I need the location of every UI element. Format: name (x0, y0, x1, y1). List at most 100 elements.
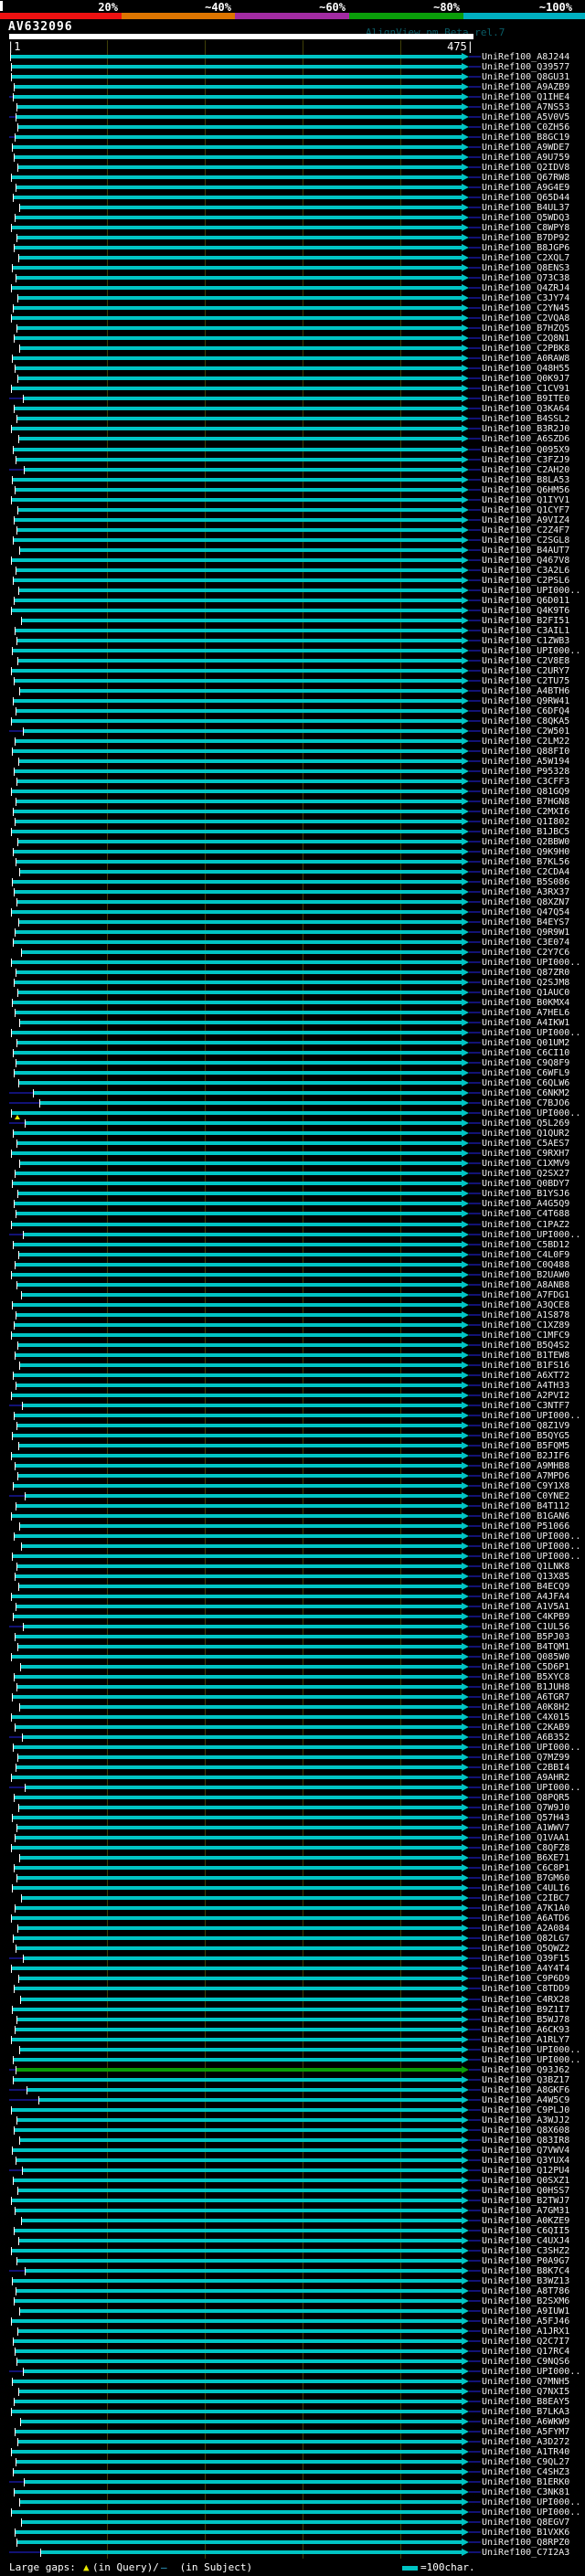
hit-bar[interactable] (16, 629, 462, 632)
hit-bar[interactable] (16, 1061, 462, 1065)
hit-bar[interactable] (15, 336, 462, 340)
hit-label[interactable]: UniRef100_B1ERK0 (482, 2477, 569, 2487)
hit-label[interactable]: UniRef100_Q0SXZ1 (482, 2176, 569, 2186)
hit-bar[interactable] (15, 1202, 462, 1205)
hit-label[interactable]: UniRef100_C8QKA5 (482, 716, 569, 726)
hit-label[interactable]: UniRef100_Q467V8 (482, 556, 569, 566)
hit-bar[interactable] (17, 1141, 462, 1145)
hit-bar[interactable] (13, 1695, 462, 1699)
hit-bar[interactable] (12, 1031, 462, 1034)
hit-bar[interactable] (14, 2339, 462, 2343)
hit-label[interactable]: UniRef100_Q57H43 (482, 1813, 569, 1823)
hit-bar[interactable] (12, 790, 462, 793)
hit-bar[interactable] (15, 769, 462, 773)
hit-bar[interactable] (19, 256, 462, 260)
hit-bar[interactable] (15, 679, 462, 683)
hit-label[interactable]: UniRef100_C3SHZ2 (482, 2246, 569, 2256)
hit-bar[interactable] (19, 2390, 462, 2393)
hit-label[interactable]: UniRef100_Q8GU31 (482, 72, 569, 82)
hit-label[interactable]: UniRef100_Q6D011 (482, 596, 569, 606)
hit-bar[interactable] (15, 2490, 462, 2494)
hit-bar[interactable] (16, 1464, 462, 1468)
hit-bar[interactable] (15, 1534, 462, 1538)
hit-bar[interactable] (13, 356, 462, 360)
hit-bar[interactable] (21, 1998, 462, 2001)
hit-bar[interactable] (15, 1987, 462, 1990)
hit-bar[interactable] (16, 860, 462, 864)
hit-bar[interactable] (16, 1383, 462, 1387)
hit-label[interactable]: UniRef100_Q1IHE4 (482, 92, 569, 102)
hit-label[interactable]: UniRef100_B5XYC8 (482, 1672, 569, 1682)
hit-bar[interactable] (20, 1021, 462, 1024)
hit-bar[interactable] (17, 2018, 462, 2021)
hit-bar[interactable] (17, 900, 462, 904)
hit-label[interactable]: UniRef100_Q1LNK8 (482, 1562, 569, 1572)
hit-bar[interactable] (12, 1333, 462, 1337)
hit-bar[interactable] (20, 346, 462, 350)
hit-bar[interactable] (24, 2369, 462, 2373)
hit-label[interactable]: UniRef100_Q1I802 (482, 817, 569, 827)
hit-label[interactable]: UniRef100_Q1VAA1 (482, 1833, 569, 1843)
hit-bar[interactable] (15, 599, 462, 602)
hit-bar[interactable] (18, 991, 462, 994)
hit-label[interactable]: UniRef100_Q8RPZ0 (482, 2538, 569, 2548)
hit-label[interactable]: UniRef100_A6WKW9 (482, 2417, 569, 2427)
hit-bar[interactable] (22, 950, 462, 954)
hit-label[interactable]: UniRef100_C0YNE2 (482, 1491, 569, 1501)
hit-bar[interactable] (18, 2189, 462, 2192)
hit-label[interactable]: UniRef100_B2FI51 (482, 616, 569, 626)
hit-bar[interactable] (12, 910, 462, 914)
hit-label[interactable]: UniRef100_C2XQL7 (482, 253, 569, 263)
hit-label[interactable]: UniRef100_C6C8P1 (482, 1863, 569, 1873)
hit-label[interactable]: UniRef100_C4SHZ3 (482, 2467, 569, 2477)
hit-label[interactable]: UniRef100_B2JIF6 (482, 1451, 569, 1461)
hit-label[interactable]: UniRef100_A4BTH6 (482, 686, 569, 696)
hit-bar[interactable] (16, 1212, 462, 1215)
hit-bar[interactable] (15, 85, 462, 89)
hit-label[interactable]: UniRef100_P0A9G7 (482, 2256, 569, 2266)
hit-label[interactable]: UniRef100_Q9K9H0 (482, 847, 569, 857)
hit-bar[interactable] (15, 2229, 462, 2232)
hit-bar[interactable] (13, 2148, 462, 2152)
hit-label[interactable]: UniRef100_Q8EGV7 (482, 2518, 569, 2528)
hit-bar[interactable] (16, 970, 462, 974)
hit-bar[interactable] (18, 1192, 462, 1195)
hit-label[interactable]: UniRef100_C8WPY8 (482, 223, 569, 233)
hit-bar[interactable] (12, 226, 462, 229)
hit-bar[interactable] (17, 2118, 462, 2122)
hit-bar[interactable] (22, 2219, 462, 2222)
hit-bar[interactable] (17, 639, 462, 642)
hit-bar[interactable] (16, 709, 462, 713)
hit-label[interactable]: UniRef100_C4ULI6 (482, 1883, 569, 1893)
hit-bar[interactable] (16, 216, 462, 219)
hit-label[interactable]: UniRef100_Q0HSS7 (482, 2186, 569, 2196)
hit-label[interactable]: UniRef100_Q7W9J0 (482, 1803, 569, 1813)
hit-label[interactable]: UniRef100_C3JY74 (482, 293, 569, 303)
hit-bar[interactable] (12, 65, 462, 69)
hit-bar[interactable] (20, 206, 462, 209)
hit-label[interactable]: UniRef100_C4L0F9 (482, 1250, 569, 1260)
hit-bar[interactable] (13, 2279, 462, 2283)
hit-bar[interactable] (12, 2450, 462, 2454)
hit-label[interactable]: UniRef100_A4W5C9 (482, 2095, 569, 2105)
hit-label[interactable]: UniRef100_P51066 (482, 1521, 569, 1532)
hit-label[interactable]: UniRef100_UPI000.. (482, 1230, 580, 1240)
hit-label[interactable]: UniRef100_A0KZE9 (482, 2216, 569, 2226)
hit-label[interactable]: UniRef100_C5D6P1 (482, 1662, 569, 1672)
hit-label[interactable]: UniRef100_B8GC19 (482, 133, 569, 143)
hit-label[interactable]: UniRef100_B5QYG5 (482, 1431, 569, 1441)
hit-bar[interactable] (18, 125, 462, 129)
hit-bar[interactable] (15, 1796, 462, 1799)
hit-bar[interactable] (12, 1223, 462, 1226)
hit-label[interactable]: UniRef100_A8T786 (482, 2286, 569, 2296)
hit-label[interactable]: UniRef100_A8GKF6 (482, 2085, 569, 2095)
hit-label[interactable]: UniRef100_A8ANB8 (482, 1280, 569, 1290)
hit-label[interactable]: UniRef100_A9IUW1 (482, 2306, 569, 2316)
hit-bar[interactable] (16, 186, 462, 189)
hit-bar[interactable] (23, 1735, 462, 1739)
hit-bar[interactable] (12, 609, 462, 612)
hit-label[interactable]: UniRef100_B5S086 (482, 877, 569, 887)
hit-label[interactable]: UniRef100_Q0K9J7 (482, 374, 569, 384)
hit-bar[interactable] (21, 2420, 462, 2423)
hit-bar[interactable] (12, 830, 462, 833)
